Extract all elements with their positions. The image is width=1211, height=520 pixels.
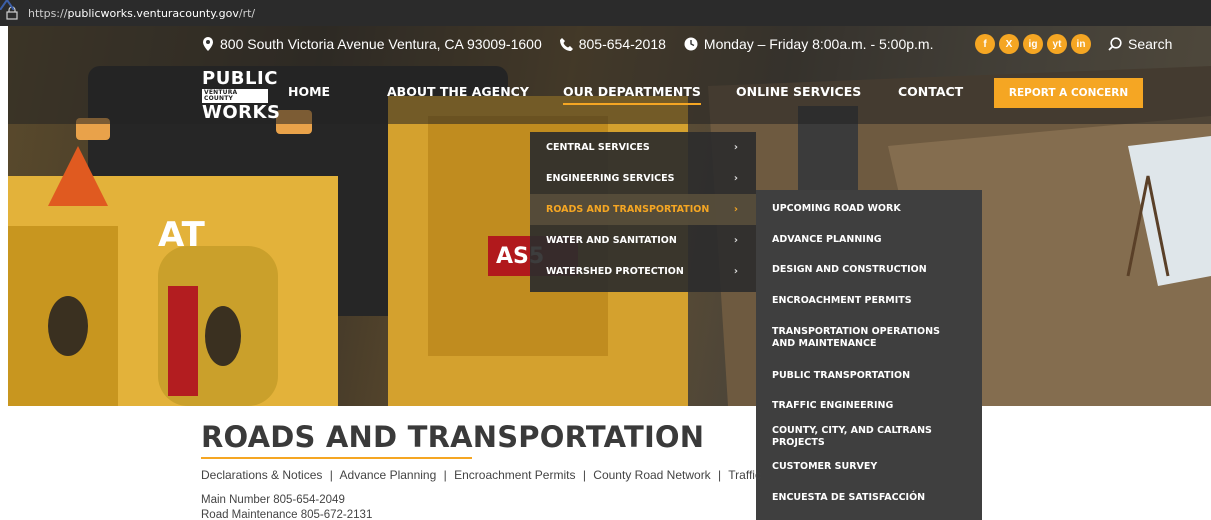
link-advance-planning[interactable]: Advance Planning [340,468,437,482]
site-corner-icon [0,0,14,10]
map-pin-icon [203,37,213,51]
dropdown-item-label: ROADS AND TRANSPORTATION [546,204,710,215]
hours-text: Monday – Friday 8:00a.m. - 5:00p.m. [703,36,934,52]
hours-info: Monday – Friday 8:00a.m. - 5:00p.m. [684,36,934,52]
svg-text:AT: AT [158,215,206,255]
roads-submenu: UPCOMING ROAD WORK ADVANCE PLANNING DESI… [756,190,982,520]
submenu-public-transportation[interactable]: PUBLIC TRANSPORTATION [756,360,982,391]
url-text[interactable]: https://publicworks.venturacounty.gov/rt… [28,7,255,20]
chevron-right-icon: › [733,235,738,246]
chevron-right-icon: › [733,204,738,215]
dropdown-item-label: CENTRAL SERVICES [546,142,650,153]
dropdown-item-engineering-services[interactable]: ENGINEERING SERVICES › [530,163,756,194]
submenu-county-city-caltrans[interactable]: COUNTY, CITY, AND CALTRANS PROJECTS [756,422,982,453]
page-title: ROADS AND TRANSPORTATION [201,420,705,454]
search-icon [1108,37,1122,51]
logo-line-works: WORKS [202,102,281,123]
main-number: Main Number 805-654-2049 [201,494,345,506]
dropdown-item-label: WATERSHED PROTECTION [546,266,684,277]
phone-text[interactable]: 805-654-2018 [579,36,666,52]
dropdown-item-water-sanitation[interactable]: WATER AND SANITATION › [530,225,756,256]
link-separator: | [582,468,586,482]
link-encroachment-permits[interactable]: Encroachment Permits [454,468,575,482]
road-maintenance-number: Road Maintenance 805-672-2131 [201,509,373,520]
link-separator: | [443,468,447,482]
link-county-road-network[interactable]: County Road Network [593,468,710,482]
browser-address-bar[interactable]: https://publicworks.venturacounty.gov/rt… [0,0,1211,26]
submenu-encuesta[interactable]: ENCUESTA DE SATISFACCIÓN [756,483,982,514]
submenu-traffic-engineering[interactable]: TRAFFIC ENGINEERING [756,391,982,422]
dropdown-item-watershed-protection[interactable]: WATERSHED PROTECTION › [530,256,756,287]
nav-online-services[interactable]: ONLINE SERVICES [736,84,861,99]
link-traffic[interactable]: Traffic [728,468,761,482]
submenu-design-construction[interactable]: DESIGN AND CONSTRUCTION [756,255,982,286]
departments-dropdown: CENTRAL SERVICES › ENGINEERING SERVICES … [530,132,756,292]
contact-numbers: Main Number 805-654-2049 Road Maintenanc… [201,493,372,520]
link-separator: | [329,468,333,482]
top-info-bar: 800 South Victoria Avenue Ventura, CA 93… [202,36,951,52]
submenu-encroachment-permits[interactable]: ENCROACHMENT PERMITS [756,286,982,317]
x-twitter-icon[interactable]: X [999,34,1019,54]
address-text: 800 South Victoria Avenue Ventura, CA 93… [220,36,542,52]
quick-links: Declarations & Notices | Advance Plannin… [201,468,761,482]
report-concern-button[interactable]: REPORT A CONCERN [994,78,1143,108]
linkedin-icon[interactable]: in [1071,34,1091,54]
phone-info[interactable]: 805-654-2018 [559,36,666,52]
nav-about-agency[interactable]: ABOUT THE AGENCY [387,84,529,99]
search-label: Search [1128,36,1173,52]
facebook-icon[interactable]: f [975,34,995,54]
nav-our-departments[interactable]: OUR DEPARTMENTS [563,84,701,105]
submenu-upcoming-road-work[interactable]: UPCOMING ROAD WORK [756,194,982,225]
dropdown-item-label: ENGINEERING SERVICES [546,173,675,184]
nav-home[interactable]: HOME [288,84,330,99]
clock-icon [684,37,698,51]
address-info: 800 South Victoria Avenue Ventura, CA 93… [202,36,542,52]
search-button[interactable]: Search [1108,36,1172,52]
nav-contact[interactable]: CONTACT [898,84,963,99]
dropdown-item-central-services[interactable]: CENTRAL SERVICES › [530,132,756,163]
chevron-right-icon: › [733,142,738,153]
phone-icon [559,37,573,51]
youtube-icon[interactable]: yt [1047,34,1067,54]
link-separator: | [718,468,722,482]
submenu-advance-planning[interactable]: ADVANCE PLANNING [756,225,982,256]
submenu-transportation-operations[interactable]: TRANSPORTATION OPERATIONS AND MAINTENANC… [756,316,982,360]
chevron-right-icon: › [733,266,738,277]
title-underline [201,457,472,459]
dropdown-item-roads-transportation[interactable]: ROADS AND TRANSPORTATION › [530,194,756,225]
instagram-icon[interactable]: ig [1023,34,1043,54]
dropdown-item-label: WATER AND SANITATION [546,235,677,246]
social-links: f X ig yt in [975,34,1095,54]
chevron-right-icon: › [733,173,738,184]
submenu-customer-survey[interactable]: CUSTOMER SURVEY [756,452,982,483]
link-declarations-notices[interactable]: Declarations & Notices [201,468,322,482]
